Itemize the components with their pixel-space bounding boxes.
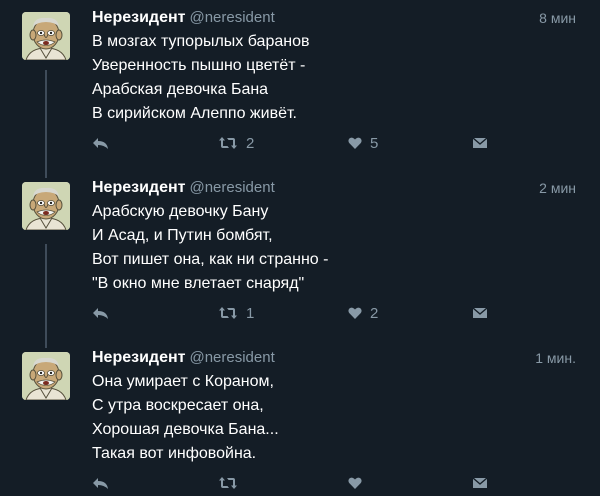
tweet-text-line: В сирийском Алеппо живёт. <box>92 105 297 122</box>
direct-message-icon <box>472 477 488 488</box>
author-handle[interactable]: @neresident <box>189 349 274 366</box>
tweet-text-line: Уверенность пышно цветёт - <box>92 57 306 74</box>
reply-icon <box>93 138 108 149</box>
cartoon-man-avatar-icon <box>22 12 70 60</box>
tweet-text-line: Такая вот инфовойна. <box>92 445 257 462</box>
reply-button[interactable] <box>92 472 110 494</box>
avatar[interactable] <box>22 12 70 60</box>
retweet-icon <box>219 307 237 319</box>
author-name[interactable]: Нерезидент <box>92 179 185 196</box>
tweet[interactable]: Нерезидент @neresident 1 мин. Она умирает… <box>0 348 600 496</box>
cartoon-man-avatar-icon <box>22 182 70 230</box>
direct-message-button[interactable] <box>472 132 488 154</box>
tweet-text: Она умирает с Кораном, С утра воскресает… <box>92 370 572 466</box>
heart-icon <box>348 477 362 489</box>
tweet-actions <box>92 472 492 494</box>
tweet-timestamp[interactable]: 8 мин <box>539 8 576 28</box>
avatar[interactable] <box>22 182 70 230</box>
tweet[interactable]: Нерезидент @neresident 2 мин Арабскую дев… <box>0 178 600 328</box>
retweet-count: 1 <box>246 304 255 322</box>
tweet-header: Нерезидент @neresident <box>92 348 275 368</box>
tweet-text-line: Она умирает с Кораном, <box>92 373 274 390</box>
tweet-actions: 1 2 <box>92 302 492 324</box>
heart-icon <box>348 137 362 149</box>
tweet-text-line: Арабская девочка Бана <box>92 81 269 98</box>
tweet-text-line: И Асад, и Путин бомбят, <box>92 227 273 244</box>
author-handle[interactable]: @neresident <box>189 179 274 196</box>
avatar[interactable] <box>22 352 70 400</box>
cartoon-man-avatar-icon <box>22 352 70 400</box>
author-name[interactable]: Нерезидент <box>92 349 185 366</box>
reply-button[interactable] <box>92 302 110 324</box>
reply-icon <box>93 308 108 319</box>
heart-icon <box>348 307 362 319</box>
tweet-text: В мозгах тупорылых баранов Уверенность п… <box>92 30 572 126</box>
direct-message-icon <box>472 137 488 148</box>
like-button[interactable] <box>348 472 370 494</box>
tweet-text-line: Арабскую девочку Бану <box>92 203 269 220</box>
retweet-icon <box>219 477 237 489</box>
like-count: 2 <box>370 304 379 322</box>
retweet-icon <box>219 137 237 149</box>
direct-message-button[interactable] <box>472 302 488 324</box>
retweet-count: 2 <box>246 134 255 152</box>
tweet-header: Нерезидент @neresident <box>92 8 275 28</box>
tweet-timestamp[interactable]: 2 мин <box>539 178 576 198</box>
timeline: Нерезидент @neresident 8 мин В мозгах туп… <box>0 0 600 496</box>
author-handle[interactable]: @neresident <box>189 9 274 26</box>
tweet-text-line: Вот пишет она, как ни странно - <box>92 251 329 268</box>
tweet-header: Нерезидент @neresident <box>92 178 275 198</box>
retweet-button[interactable]: 1 <box>218 302 254 324</box>
tweet-text-line: В мозгах тупорылых баранов <box>92 33 310 50</box>
direct-message-button[interactable] <box>472 472 488 494</box>
tweet-text-line: Хорошая девочка Бана... <box>92 421 279 438</box>
tweet-actions: 2 5 <box>92 132 492 154</box>
reply-button[interactable] <box>92 132 110 154</box>
tweet-text: Арабскую девочку Бану И Асад, и Путин бо… <box>92 200 572 296</box>
like-button[interactable]: 2 <box>348 302 378 324</box>
retweet-button[interactable] <box>218 472 246 494</box>
tweet-text-line: "В окно мне влетает снаряд" <box>92 275 305 292</box>
author-name[interactable]: Нерезидент <box>92 9 185 26</box>
tweet-text-line: С утра воскресает она, <box>92 397 264 414</box>
reply-icon <box>93 478 108 489</box>
direct-message-icon <box>472 307 488 318</box>
tweet[interactable]: Нерезидент @neresident 8 мин В мозгах туп… <box>0 8 600 158</box>
like-button[interactable]: 5 <box>348 132 378 154</box>
retweet-button[interactable]: 2 <box>218 132 254 154</box>
tweet-timestamp[interactable]: 1 мин. <box>535 348 576 368</box>
like-count: 5 <box>370 134 379 152</box>
